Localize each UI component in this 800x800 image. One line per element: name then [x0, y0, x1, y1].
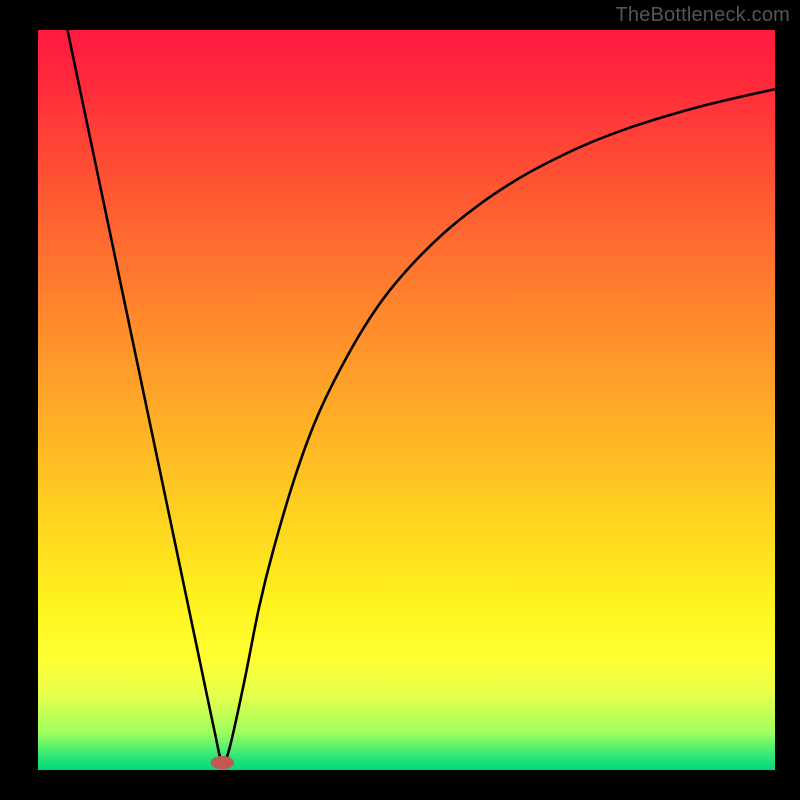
attribution-label: TheBottleneck.com — [615, 4, 790, 27]
min-point-marker — [210, 756, 234, 769]
bottleneck-curve-plot — [38, 30, 775, 770]
gradient-background — [38, 30, 775, 770]
plot-frame: TheBottleneck.com — [0, 0, 800, 800]
